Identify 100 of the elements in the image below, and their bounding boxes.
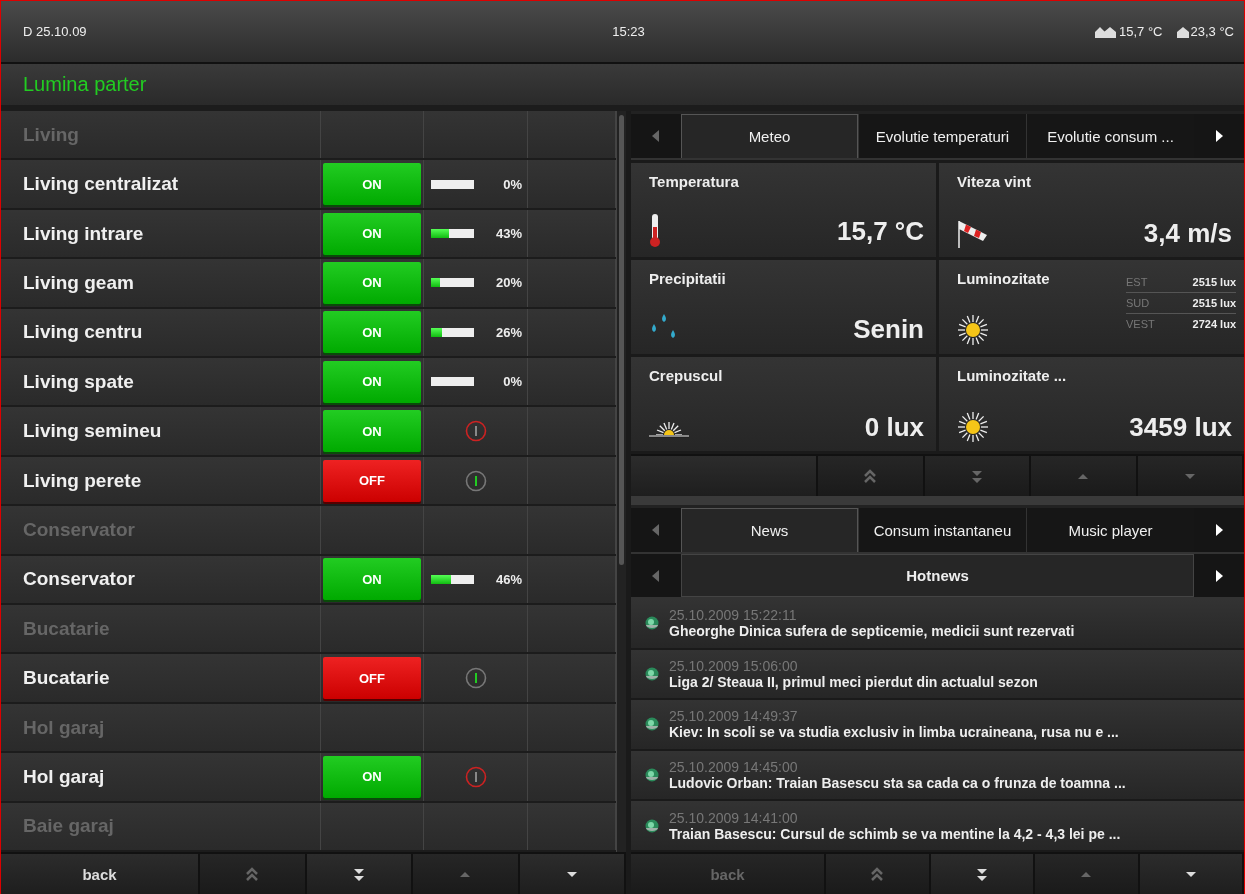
news-headline: Liga 2/ Steaua II, primul meci pierdut din actualul sezon — [669, 673, 1038, 690]
previous-tab-button[interactable] — [631, 554, 681, 597]
tab[interactable]: News — [681, 508, 858, 552]
direction-label: EST — [1126, 276, 1148, 288]
sun-icon — [957, 314, 989, 346]
level-reading: 43% — [494, 226, 522, 241]
double-chevron-up-icon — [245, 866, 260, 882]
toggle-button[interactable]: OFF — [323, 657, 421, 700]
news-timestamp: 25.10.2009 15:06:00 — [669, 657, 799, 674]
tab[interactable]: Music player — [1026, 508, 1194, 552]
scrollbar[interactable] — [616, 111, 626, 852]
tab[interactable]: Evolutie temperaturi — [857, 114, 1026, 158]
tile-title: Temperatura — [649, 173, 740, 190]
triangle-left-icon — [652, 524, 660, 536]
scroll-down-button[interactable] — [519, 854, 626, 894]
level-reading: 20% — [494, 275, 522, 291]
temperature-reading: 23,3 °C — [1190, 24, 1234, 39]
next-tab-button[interactable] — [1194, 114, 1244, 158]
direction-label: SUD — [1126, 297, 1150, 309]
news-item[interactable]: 25.10.2009 14:41:00 Traian Basescu: Cursul de schimb se va mentine la 4,2 - 4,3 lei pe ... — [631, 801, 1244, 852]
next-tab-button[interactable] — [1194, 508, 1244, 552]
tab[interactable]: Evolutie consum ... — [1026, 114, 1194, 158]
group-heading: Hol garaj — [1, 703, 321, 752]
news-headline: Kiev: In scoli se va studia exclusiv in limba ucraineana, rusa nu e ... — [669, 724, 1119, 741]
news-timestamp: 25.10.2009 15:22:11 — [669, 607, 798, 624]
lux-value: 2515 lux — [1192, 276, 1236, 288]
page-down-button[interactable] — [930, 854, 1035, 894]
house-icon — [1176, 25, 1189, 38]
news-item[interactable]: 25.10.2009 15:22:11 Gheorghe Dinica sufera de septicemie, medicii sunt rezervati — [631, 599, 1244, 650]
next-tab-button[interactable] — [1194, 554, 1244, 597]
triangle-left-icon — [652, 130, 660, 142]
globe-icon — [645, 768, 659, 783]
tile-title: Crepuscul — [649, 367, 724, 384]
globe-icon — [645, 616, 659, 631]
page-down-button[interactable] — [306, 854, 413, 894]
group-heading: Conservator — [1, 506, 321, 554]
triangle-right-icon — [1215, 569, 1223, 582]
thermometer-icon — [649, 213, 661, 249]
light-name: Living centru — [1, 308, 321, 357]
news-headline: Gheorghe Dinica sufera de septicemie, medicii sunt rezervati — [669, 623, 1075, 640]
news-timestamp: 25.10.2009 14:45:00 — [669, 759, 799, 776]
tab[interactable]: Meteo — [681, 114, 858, 158]
light-name: Living spate — [1, 358, 321, 406]
lux-value: 2515 lux — [1192, 297, 1236, 309]
group-heading: Baie garaj — [1, 802, 321, 851]
news-headline: Traian Basescu: Cursul de schimb se va mentine la 4,2 - 4,3 lei pe ... — [669, 825, 1121, 842]
group-heading: Living — [1, 111, 321, 159]
houses-icon — [1095, 25, 1117, 38]
level-reading: 0% — [502, 374, 522, 390]
group-heading: Bucatarie — [1, 605, 321, 653]
news-item[interactable]: 25.10.2009 15:06:00 Liga 2/ Steaua II, primul meci pierdut din actualul sezon — [631, 649, 1244, 701]
windsock-icon — [957, 218, 989, 249]
double-chevron-up-icon — [870, 866, 885, 882]
globe-icon — [645, 818, 659, 833]
tile-title: Luminozitate — [957, 270, 1050, 287]
tab[interactable]: Consum instantaneu — [857, 508, 1026, 552]
double-chevron-up-icon — [863, 468, 878, 484]
triangle-right-icon — [1215, 524, 1223, 536]
light-name: Living perete — [1, 456, 321, 505]
light-name: Living intrare — [1, 209, 321, 258]
date-text: D 25.10.09 — [23, 24, 88, 39]
scrollbar-thumb[interactable] — [619, 115, 624, 565]
tile-title: Luminozitate ... — [957, 367, 1068, 384]
light-name: Bucatarie — [1, 654, 321, 702]
light-name: Living centralizat — [1, 160, 321, 208]
tile-title: Viteza vint — [957, 173, 1032, 190]
back-button[interactable]: back — [1, 854, 200, 894]
previous-tab-button[interactable] — [631, 114, 681, 158]
page-title: Lumina parter — [23, 73, 147, 96]
triangle-right-icon — [1215, 130, 1223, 142]
previous-tab-button[interactable] — [631, 508, 681, 552]
triangle-left-icon — [652, 569, 660, 582]
tile-value: Senin — [853, 313, 924, 345]
light-name: Hol garaj — [1, 753, 321, 801]
level-reading: 26% — [494, 324, 522, 340]
temperature-reading: 15,7 °C — [1119, 24, 1163, 39]
light-name: Living geam — [1, 259, 321, 307]
globe-icon — [645, 717, 659, 732]
tile-value: 3,4 m/s — [1143, 218, 1232, 249]
news-headline: Ludovic Orban: Traian Basescu sta sa cada ca o frunza de toamna ... — [669, 775, 1126, 792]
tile-value: 3459 lux — [1129, 411, 1232, 443]
news-source-selector[interactable]: Hotnews — [681, 554, 1194, 597]
news-item[interactable]: 25.10.2009 14:49:37 Kiev: In scoli se va studia exclusiv in limba ucraineana, rusa nu e ... — [631, 700, 1244, 751]
globe-icon — [645, 666, 659, 681]
tile-title: Precipitatii — [649, 270, 727, 287]
news-timestamp: 25.10.2009 14:49:37 — [669, 708, 799, 725]
light-name: Living semineu — [1, 407, 321, 455]
tile-value: 15,7 °C — [837, 215, 924, 247]
news-item[interactable]: 25.10.2009 14:45:00 Ludovic Orban: Traian Basescu sta sa cada ca o frunza de toamna ... — [631, 750, 1244, 802]
light-name: Conservator — [1, 555, 321, 604]
toggle-button[interactable]: OFF — [323, 459, 421, 502]
news-timestamp: 25.10.2009 14:41:00 — [669, 809, 799, 826]
lux-value: 2724 lux — [1192, 318, 1236, 330]
level-reading: 0% — [502, 176, 522, 192]
clock-text: 15:23 — [611, 24, 646, 39]
tile-value: 0 lux — [864, 412, 924, 443]
level-reading: 46% — [494, 571, 522, 587]
direction-label: VEST — [1126, 318, 1155, 330]
sun-icon — [957, 411, 989, 443]
scroll-down-button[interactable] — [1139, 854, 1244, 894]
